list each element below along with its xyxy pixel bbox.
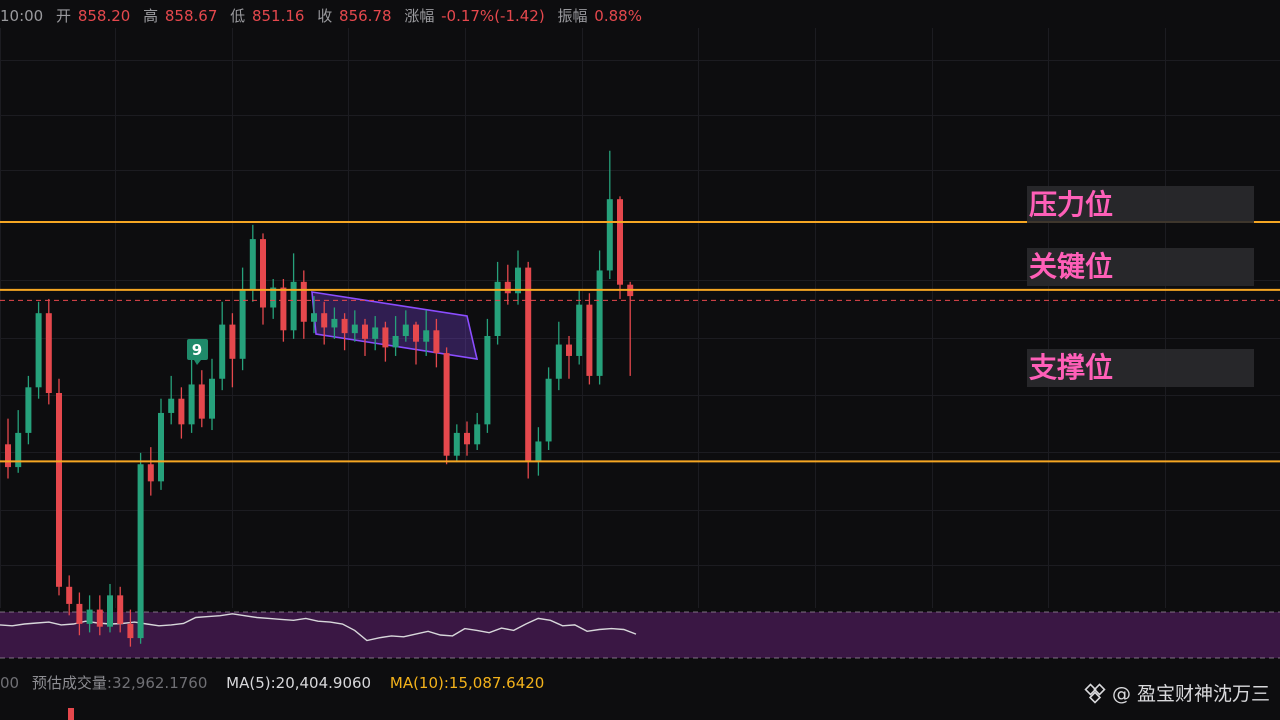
- ma10-value: MA(10):15,087.6420: [389, 674, 545, 692]
- candle-body-31: [321, 313, 328, 328]
- candle-body-21: [219, 324, 226, 379]
- candle-body-22: [229, 324, 236, 359]
- footer-time-fragment: 00: [0, 674, 20, 692]
- resistance-label-box: 压力位: [1027, 186, 1254, 223]
- chart-grid: [0, 28, 1280, 608]
- candle-body-14: [147, 464, 154, 482]
- open-label: 开: [56, 7, 72, 25]
- candle-body-4: [45, 313, 52, 393]
- candle-body-29: [300, 281, 307, 322]
- candle-body-43: [443, 353, 450, 456]
- candle-body-24: [249, 239, 256, 291]
- candle-body-51: [525, 267, 532, 462]
- key-label-box: 关键位: [1027, 248, 1254, 286]
- candle-body-8: [86, 609, 93, 624]
- candle-body-52: [535, 441, 542, 462]
- candle-body-12: [127, 623, 134, 639]
- open-value: 858.20: [77, 7, 131, 25]
- candle-body-10: [107, 595, 113, 627]
- header-time: 10:00: [0, 7, 44, 25]
- candle-body-15: [158, 412, 164, 482]
- candle-body-33: [341, 318, 348, 334]
- candle-body-3: [35, 313, 42, 388]
- amplitude-value: 0.88%: [594, 7, 642, 25]
- support-label: 支撑位: [1029, 351, 1113, 384]
- candle-body-19: [198, 384, 205, 419]
- signal-marker-label: 9: [192, 341, 202, 359]
- candle-body-2: [25, 387, 32, 433]
- candle-body-59: [606, 199, 613, 271]
- candle-body-13: [137, 464, 144, 639]
- candle-body-17: [178, 398, 185, 425]
- candle-body-39: [402, 324, 409, 336]
- candle-body-11: [117, 595, 124, 624]
- candle-body-30: [311, 313, 317, 322]
- low-value: 851.16: [251, 7, 305, 25]
- candle-body-16: [168, 398, 175, 413]
- candle-body-25: [260, 239, 266, 308]
- candle-body-7: [76, 603, 83, 624]
- candle-body-38: [392, 336, 399, 348]
- diamond-logo-icon: [1084, 683, 1106, 704]
- candle-body-47: [484, 336, 491, 425]
- volume-legend: 00 预估成交量:32,962.1760 MA(5):20,404.9060 M…: [0, 672, 544, 694]
- resistance-label: 压力位: [1029, 188, 1113, 221]
- candle-body-56: [576, 304, 583, 356]
- change-value: -0.17%(-1.42): [441, 7, 545, 25]
- candle-body-57: [586, 304, 593, 376]
- candle-body-55: [566, 344, 572, 356]
- ma5-value: MA(5):20,404.9060: [226, 674, 372, 692]
- candle-body-32: [331, 318, 338, 328]
- change-label: 涨幅: [404, 7, 435, 25]
- candle-body-37: [382, 327, 389, 348]
- high-label: 高: [143, 7, 159, 25]
- high-value: 858.67: [164, 7, 218, 25]
- volume-bar-fragment: [68, 708, 74, 720]
- candlestick-chart[interactable]: 压力位 关键位 支撑位 9: [0, 0, 1280, 720]
- candle-body-36: [372, 327, 379, 339]
- candle-body-5: [56, 393, 62, 587]
- candle-body-18: [188, 384, 195, 425]
- candle-body-58: [596, 270, 603, 376]
- candle-body-20: [209, 378, 215, 419]
- key-level-label: 关键位: [1029, 250, 1113, 283]
- candles: [5, 150, 634, 647]
- candle-body-45: [464, 432, 470, 445]
- candle-body-35: [362, 324, 368, 339]
- candle-body-46: [474, 424, 481, 445]
- est-volume-value: :32,962.1760: [106, 674, 208, 692]
- candle-body-40: [413, 324, 419, 342]
- candle-body-42: [433, 330, 440, 354]
- watermark: @ 盈宝财神沈万三: [1084, 680, 1270, 708]
- candle-body-44: [453, 432, 460, 456]
- amplitude-label: 振幅: [557, 7, 588, 25]
- watermark-at: @: [1111, 683, 1131, 705]
- candle-body-41: [423, 330, 430, 342]
- candle-body-9: [96, 609, 103, 627]
- candle-body-53: [545, 378, 552, 442]
- candle-body-6: [66, 586, 73, 604]
- close-value: 856.78: [339, 7, 392, 25]
- watermark-author: 盈宝财神沈万三: [1136, 683, 1270, 705]
- candle-body-54: [555, 344, 562, 379]
- signal-marker[interactable]: 9: [187, 339, 208, 365]
- est-volume-label: 预估成交量: [31, 674, 107, 692]
- candle-body-49: [504, 281, 511, 294]
- low-label: 低: [230, 7, 246, 25]
- support-label-box: 支撑位: [1027, 349, 1254, 387]
- ohlc-header: 10:00 开 858.20 高 858.67 低 851.16 收 856.7…: [0, 5, 644, 27]
- candle-body-34: [351, 324, 358, 334]
- candle-body-27: [280, 287, 287, 331]
- candle-body-0: [5, 444, 11, 468]
- close-label: 收: [317, 7, 333, 25]
- candle-body-60: [617, 199, 623, 285]
